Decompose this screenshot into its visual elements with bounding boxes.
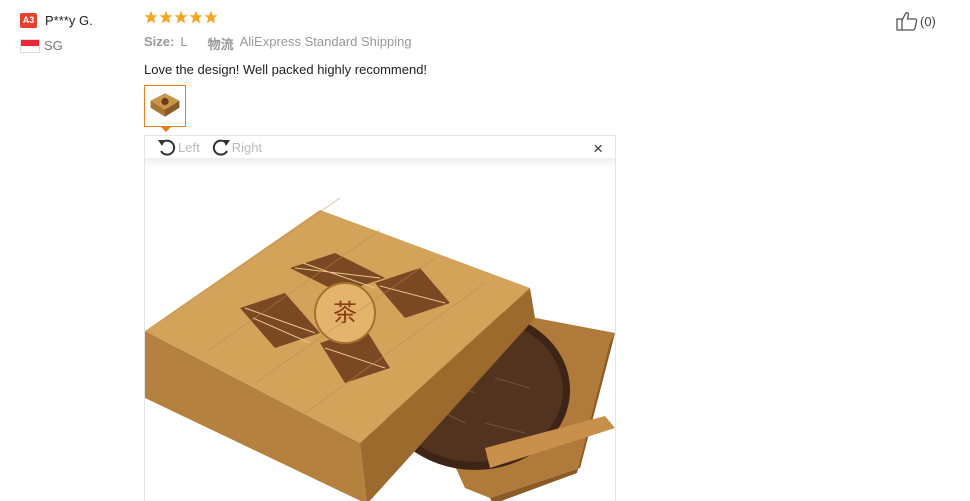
bamboo-tea-box-image: 茶	[145, 197, 615, 501]
size-value: L	[180, 34, 188, 49]
star-rating	[144, 10, 874, 27]
rotate-left-label: Left	[178, 139, 200, 155]
review-content: Size: L 物流 AliExpress Standard Shipping …	[144, 10, 874, 77]
reviewer-country: SG	[44, 38, 63, 53]
thumbnail-pointer	[160, 126, 172, 132]
review-meta: Size: L 物流 AliExpress Standard Shipping	[144, 34, 874, 53]
star-icon	[144, 10, 158, 24]
bamboo-tea-box-thumbnail-image	[147, 88, 183, 124]
rotate-left-button[interactable]: Left	[156, 137, 200, 157]
image-viewer: Left Right × 茶	[144, 135, 616, 501]
close-icon[interactable]: ×	[593, 139, 603, 159]
flag-sg-icon	[20, 38, 40, 53]
rotate-right-button[interactable]: Right	[210, 137, 262, 157]
shipping-label: 物流	[207, 37, 234, 52]
review-photo-thumbnail[interactable]	[144, 85, 186, 127]
svg-text:茶: 茶	[333, 299, 357, 327]
thumbs-up-icon	[896, 12, 918, 31]
rotate-right-icon	[212, 139, 230, 156]
reviewer-name: P***y G.	[45, 12, 93, 28]
viewer-divider	[145, 158, 615, 168]
level-badge: A3	[20, 12, 37, 28]
shipping-value: AliExpress Standard Shipping	[239, 34, 412, 49]
star-icon	[204, 10, 218, 24]
like-count: (0)	[920, 13, 936, 29]
star-icon	[174, 10, 188, 24]
star-icon	[159, 10, 173, 24]
rotate-left-icon	[158, 139, 176, 156]
reviewer-info: A3 P***y G. SG	[20, 11, 130, 53]
review-text: Love the design! Well packed highly reco…	[144, 62, 428, 77]
rotate-right-label: Right	[231, 139, 263, 155]
like-button[interactable]: (0)	[896, 11, 936, 31]
size-label: Size:	[144, 34, 175, 49]
star-icon	[189, 10, 203, 24]
viewer-toolbar: Left Right ×	[145, 136, 615, 158]
